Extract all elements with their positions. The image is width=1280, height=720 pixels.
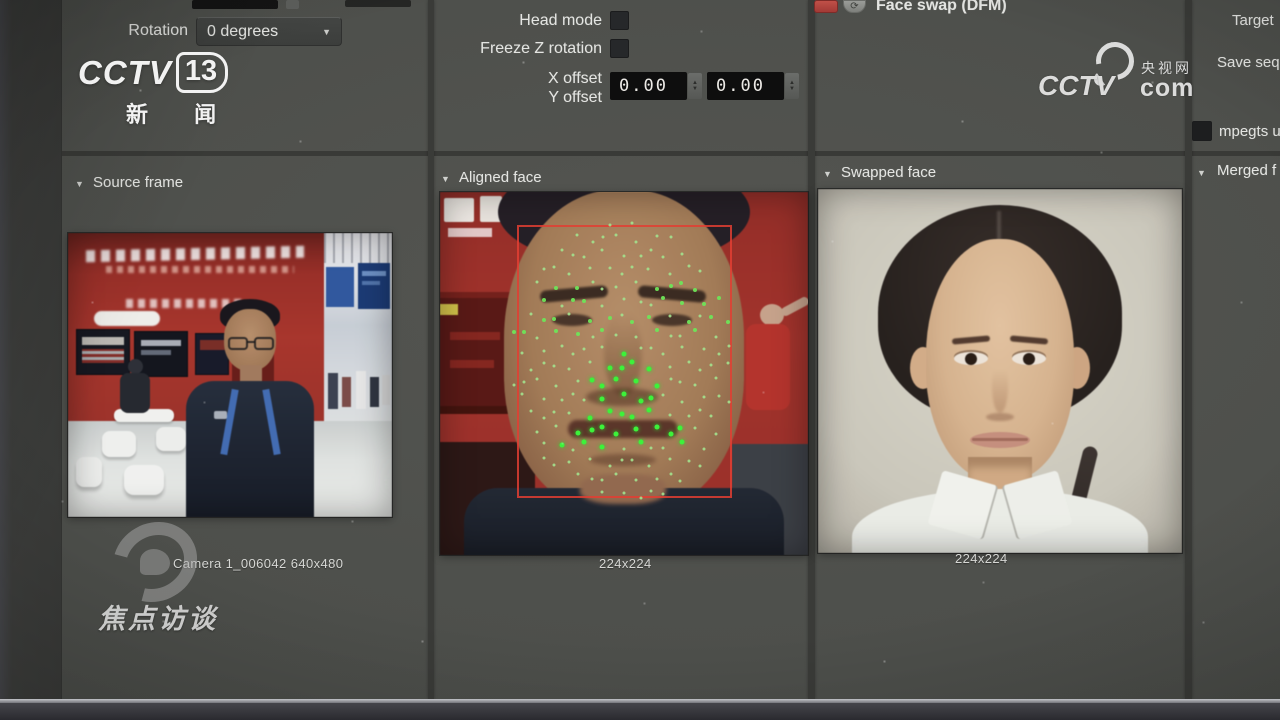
cropped-input-field[interactable] bbox=[192, 0, 278, 9]
cctv13-subtitle: 新 闻 bbox=[126, 97, 236, 129]
monitor-bezel bbox=[0, 703, 1280, 720]
left-margin-strip bbox=[0, 0, 62, 699]
source-caption: Camera 1_006042 640x480 bbox=[173, 556, 343, 571]
mpegts-label: mpegts u bbox=[1219, 123, 1280, 140]
freeze-z-label: Freeze Z rotation bbox=[432, 40, 602, 58]
head-mode-checkbox[interactable] bbox=[610, 11, 629, 30]
cctv13-brand: CCTV bbox=[78, 54, 172, 92]
y-offset-label: Y offset bbox=[502, 89, 602, 107]
face-swap-title: Face swap (DFM) bbox=[876, 0, 1007, 15]
mpegts-checkbox[interactable] bbox=[1192, 121, 1212, 141]
source-frame-title: Source frame bbox=[93, 174, 183, 191]
merged-collapse-icon[interactable]: ▼ bbox=[1197, 168, 1206, 178]
source-frame-image bbox=[68, 233, 392, 517]
stepper-down-icon: ▼ bbox=[692, 86, 698, 92]
program-logo-icon bbox=[112, 523, 198, 601]
swapped-face-title: Swapped face bbox=[841, 164, 936, 181]
y-offset-stepper[interactable]: ▲ ▼ bbox=[785, 73, 799, 99]
stepper-down-icon: ▼ bbox=[789, 86, 795, 92]
x-offset-label: X offset bbox=[502, 70, 602, 88]
panel-divider-2 bbox=[808, 0, 815, 699]
cropped-spinner[interactable] bbox=[286, 0, 299, 9]
watermark-brand: CCTV bbox=[1038, 70, 1114, 102]
rotation-value: 0 degrees bbox=[207, 23, 278, 41]
swapped-collapse-icon[interactable]: ▼ bbox=[823, 169, 832, 179]
source-collapse-icon[interactable]: ▼ bbox=[75, 179, 84, 189]
aligned-face-title: Aligned face bbox=[459, 169, 542, 186]
save-seq-label: Save seq bbox=[1217, 54, 1280, 71]
head-mode-label: Head mode bbox=[462, 12, 602, 30]
horizontal-divider bbox=[62, 151, 1280, 156]
rotation-dropdown[interactable]: 0 degrees ▼ bbox=[196, 17, 342, 46]
y-offset-value: 0.00 bbox=[716, 76, 765, 96]
dropdown-arrow-icon: ▼ bbox=[322, 27, 331, 37]
watermark-com: com bbox=[1140, 74, 1194, 103]
record-button[interactable] bbox=[814, 0, 838, 13]
program-logo-text: 焦点访谈 bbox=[98, 597, 218, 636]
target-label: Target bbox=[1232, 12, 1274, 29]
cctv13-number: 13 bbox=[176, 52, 228, 93]
x-offset-input[interactable]: 0.00 bbox=[610, 72, 687, 100]
cctv-com-watermark: CCTV 央视网 com bbox=[1038, 42, 1198, 106]
merged-frame-title: Merged f bbox=[1217, 162, 1276, 179]
aligned-collapse-icon[interactable]: ▼ bbox=[441, 174, 450, 184]
monitor-screen: Rotation 0 degrees ▼ Head mode Freeze Z … bbox=[0, 0, 1280, 699]
y-offset-input[interactable]: 0.00 bbox=[707, 72, 784, 100]
swapped-resolution: 224x224 bbox=[955, 551, 1008, 566]
rotation-label: Rotation bbox=[88, 22, 188, 40]
x-offset-value: 0.00 bbox=[619, 76, 668, 96]
freeze-z-checkbox[interactable] bbox=[610, 39, 629, 58]
x-offset-stepper[interactable]: ▲ ▼ bbox=[688, 73, 702, 99]
panel-divider-1 bbox=[428, 0, 434, 699]
cropped-input-field-2[interactable] bbox=[345, 0, 411, 7]
aligned-resolution: 224x224 bbox=[599, 556, 652, 571]
cctv13-logo: CCTV 13 新 闻 bbox=[78, 52, 236, 129]
swapped-face-image bbox=[818, 189, 1182, 553]
reset-button[interactable]: ⟳ bbox=[843, 0, 866, 13]
landmark-dots bbox=[440, 192, 808, 555]
aligned-face-image bbox=[440, 192, 808, 555]
